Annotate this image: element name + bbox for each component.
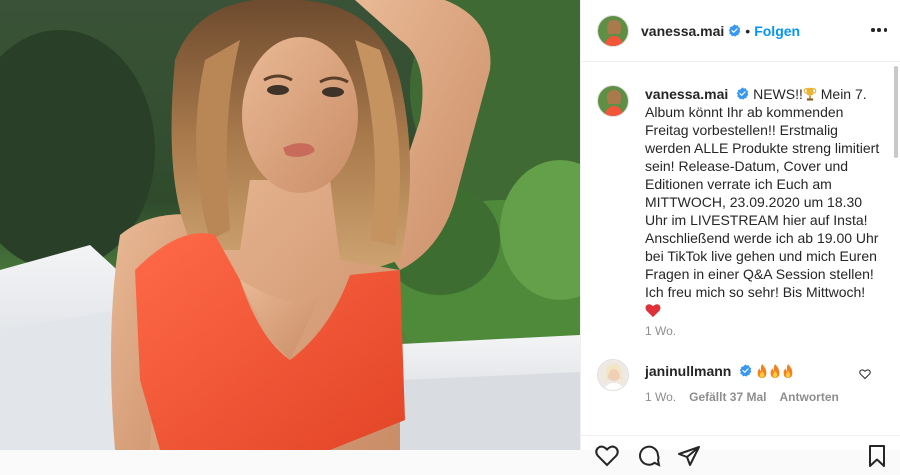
heart-outline-icon[interactable] [595, 444, 619, 468]
header-separator: • [745, 22, 751, 39]
comment-text: janinullmann [645, 359, 795, 380]
post-side-panel: vanessa.mai • Folgen vanessa.mai NEWS!! … [580, 0, 900, 467]
caption-username[interactable]: vanessa.mai [645, 86, 728, 102]
bookmark-icon[interactable] [865, 444, 889, 468]
verified-badge-icon [739, 364, 752, 377]
verified-badge-icon [736, 87, 749, 100]
author-username[interactable]: vanessa.mai [641, 23, 724, 39]
caption-lead: NEWS!! [753, 86, 803, 102]
post-caption: vanessa.mai NEWS!! Mein 7. Album könnt I… [597, 85, 887, 320]
more-options-icon[interactable] [871, 22, 887, 38]
instagram-post: vanessa.mai • Folgen vanessa.mai NEWS!! … [0, 0, 900, 467]
trophy-emoji [803, 87, 817, 101]
fire-emoji [783, 364, 793, 378]
post-header: vanessa.mai • Folgen [581, 0, 900, 62]
comment-meta: 1 Wo. Gefällt 37 Mal Antworten [645, 390, 839, 404]
comment-reply-button[interactable]: Antworten [780, 390, 839, 404]
caption-avatar[interactable] [597, 85, 629, 117]
author-avatar[interactable] [597, 14, 629, 47]
verified-badge-icon [728, 24, 741, 37]
comments-area: vanessa.mai NEWS!! Mein 7. Album könnt I… [581, 63, 900, 435]
red-heart-emoji [645, 304, 661, 318]
comment-item: janinullmann [597, 359, 887, 391]
commenter-username[interactable]: janinullmann [645, 363, 731, 379]
post-image-illustration [0, 0, 580, 450]
comment-icon[interactable] [637, 444, 661, 468]
comment-likes[interactable]: Gefällt 37 Mal [689, 390, 766, 404]
commenter-avatar[interactable] [597, 359, 629, 391]
post-actions-bar [581, 435, 900, 475]
caption-body: Mein 7. Album könnt Ihr ab kommenden Fre… [645, 86, 880, 300]
fire-emoji [757, 364, 767, 378]
post-photo[interactable] [0, 0, 580, 450]
comment-like-heart-icon[interactable] [859, 368, 871, 380]
caption-timestamp[interactable]: 1 Wo. [645, 324, 676, 338]
share-icon[interactable] [677, 444, 701, 468]
fire-emoji [770, 364, 780, 378]
comment-timestamp[interactable]: 1 Wo. [645, 390, 676, 404]
follow-button[interactable]: Folgen [754, 23, 800, 39]
caption-text: vanessa.mai NEWS!! Mein 7. Album könnt I… [645, 85, 887, 320]
